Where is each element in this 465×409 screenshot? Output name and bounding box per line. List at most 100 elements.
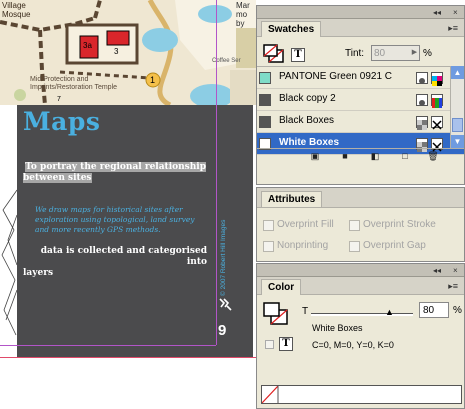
color-mode-icon xyxy=(431,116,443,130)
map-label-mosque: Mosque xyxy=(2,10,31,19)
tab-color[interactable]: Color xyxy=(261,279,302,295)
tint-unit: % xyxy=(423,48,432,59)
margin-guide-vertical xyxy=(216,0,217,345)
body-line-2: layers xyxy=(23,268,54,278)
collapse-icon[interactable]: ◂◂ xyxy=(433,6,441,19)
tint-value-input[interactable] xyxy=(419,302,449,318)
tint-slider-label: T xyxy=(302,306,309,317)
fill-stroke-icon[interactable] xyxy=(263,302,289,326)
scroll-down-icon[interactable]: ▼ xyxy=(451,135,464,148)
formatting-text-button[interactable]: T xyxy=(279,337,293,351)
process-color-icon xyxy=(416,116,428,130)
color-panel: ◂◂ × Color ▸≡ T T ▲ % White Boxes xyxy=(256,263,465,409)
color-swatch-name: White Boxes xyxy=(312,323,363,333)
swatch-name: PANTONE Green 0921 C xyxy=(279,71,393,82)
tint-value-unit: % xyxy=(453,305,462,316)
nonprinting-label: Nonprinting xyxy=(277,240,329,251)
color-tab-row: Color ▸≡ xyxy=(257,277,464,295)
swatch-name: Black Boxes xyxy=(279,115,335,126)
show-color-swatches-icon[interactable]: ■ xyxy=(339,151,351,162)
intro-text[interactable]: To portray the regional relationship bet… xyxy=(23,162,210,184)
color-checkbox[interactable] xyxy=(265,340,274,349)
overprint-gap-label: Overprint Gap xyxy=(363,240,426,251)
swatch-list: PANTONE Green 0921 C Black copy 2 Black … xyxy=(257,66,464,155)
panel-menu-icon[interactable]: ▸≡ xyxy=(448,23,458,34)
swatch-chip xyxy=(259,116,271,128)
left-sketch-art xyxy=(0,170,18,355)
map-label-right-1: Mar xyxy=(236,1,250,10)
swatch-name: White Boxes xyxy=(279,137,340,148)
overprint-stroke-checkbox[interactable] xyxy=(349,220,360,231)
swatches-panel: ◂◂ × Swatches ▸≡ T Tint: ▶ % xyxy=(256,5,465,185)
color-mode-icon xyxy=(431,72,443,86)
swatch-row-black-boxes[interactable]: Black Boxes xyxy=(257,111,464,133)
swatch-row-black-copy-2[interactable]: Black copy 2 xyxy=(257,89,464,111)
vertical-credit-text: © 2007 Robert Hill Images xyxy=(220,219,227,296)
intro-line-1: To portray the regional relationship xyxy=(25,162,206,172)
tab-swatches[interactable]: Swatches xyxy=(261,21,322,37)
body-line-1: data is collected and categorised into xyxy=(40,246,207,267)
vertical-credit: © 2007 Robert Hill Images xyxy=(220,206,232,296)
swatch-scrollbar[interactable]: ▲ ▼ xyxy=(450,66,464,148)
new-swatch-icon[interactable]: □ xyxy=(399,151,411,162)
map-label-right-3: by xyxy=(236,19,245,28)
intro-line-2: between sites xyxy=(23,173,92,183)
spot-color-icon xyxy=(416,72,428,84)
swatch-name: Black copy 2 xyxy=(279,93,336,104)
tint-dropdown-icon[interactable]: ▶ xyxy=(410,45,420,61)
map-caption-line2: Imprints/Restoration Temple xyxy=(30,84,118,91)
fill-stroke-icon[interactable] xyxy=(263,44,285,64)
scroll-up-icon[interactable]: ▲ xyxy=(451,66,464,79)
tint-input[interactable] xyxy=(371,45,411,61)
map-caption-line1: Mid Protection and xyxy=(30,76,89,83)
swatches-tab-row: Swatches ▸≡ xyxy=(257,19,464,37)
tint-slider-thumb-icon[interactable]: ▲ xyxy=(385,307,394,317)
panel-dock: ◂◂ × Swatches ▸≡ T Tint: ▶ % xyxy=(256,0,465,409)
swatches-dock-bar[interactable]: ◂◂ × xyxy=(257,6,464,19)
swatch-row-pantone-green[interactable]: PANTONE Green 0921 C xyxy=(257,67,464,89)
swatch-chip xyxy=(259,72,271,84)
map-image: Village Mosque 3a 3 1 Mid Protection and… xyxy=(0,0,256,105)
page-number: 9 xyxy=(218,322,227,339)
swatch-chip xyxy=(259,94,271,106)
formatting-text-button[interactable]: T xyxy=(291,48,305,62)
close-icon[interactable]: × xyxy=(453,264,458,277)
nonprinting-checkbox[interactable] xyxy=(263,241,274,252)
tab-attributes[interactable]: Attributes xyxy=(261,191,323,207)
indesign-window: Village Mosque 3a 3 1 Mid Protection and… xyxy=(0,0,465,409)
attributes-tab-row: Attributes xyxy=(257,188,464,208)
panel-menu-icon[interactable]: ▸≡ xyxy=(448,281,458,292)
delete-swatch-icon[interactable]: 🗑 xyxy=(427,151,439,162)
map-label-3a: 3a xyxy=(83,41,92,50)
collapse-icon[interactable]: ◂◂ xyxy=(433,264,441,277)
tint-label: Tint: xyxy=(345,48,365,59)
color-cmyk-values: C=0, M=0, Y=0, K=0 xyxy=(312,340,394,350)
show-gradient-swatches-icon[interactable]: ◧ xyxy=(369,151,381,162)
document-canvas[interactable]: Village Mosque 3a 3 1 Mid Protection and… xyxy=(0,0,256,409)
overprint-stroke-label: Overprint Stroke xyxy=(363,219,436,230)
margin-guide-horizontal xyxy=(0,345,216,346)
brand-logo-icon xyxy=(218,297,232,311)
map-label-village: Village xyxy=(2,1,26,10)
close-icon[interactable]: × xyxy=(453,6,458,19)
overprint-fill-checkbox[interactable] xyxy=(263,220,274,231)
map-marker-7: 7 xyxy=(57,96,61,103)
show-all-swatches-icon[interactable]: ▣ xyxy=(309,151,321,162)
body-paragraph[interactable]: data is collected and categorised into l… xyxy=(23,246,210,279)
color-dock-bar[interactable]: ◂◂ × xyxy=(257,264,464,277)
overprint-gap-checkbox[interactable] xyxy=(349,241,360,252)
swatch-toolbar: ▣ ■ ◧ □ 🗑 xyxy=(257,148,464,164)
page-title[interactable]: Maps xyxy=(23,107,100,136)
map-marker-1: 1 xyxy=(150,75,156,85)
tint-slider[interactable] xyxy=(311,313,413,316)
map-label-right-2: mo xyxy=(236,10,248,19)
bleed-guide xyxy=(0,357,256,358)
color-ramp[interactable] xyxy=(261,385,462,404)
overprint-fill-label: Overprint Fill xyxy=(277,219,334,230)
map-label-3: 3 xyxy=(114,47,119,56)
italic-paragraph[interactable]: We draw maps for historical sites after … xyxy=(35,205,201,235)
scroll-thumb[interactable] xyxy=(452,118,463,132)
attributes-panel: Attributes Overprint Fill Overprint Stro… xyxy=(256,187,465,262)
spot-color-icon xyxy=(416,94,428,106)
color-mode-icon xyxy=(431,94,443,108)
